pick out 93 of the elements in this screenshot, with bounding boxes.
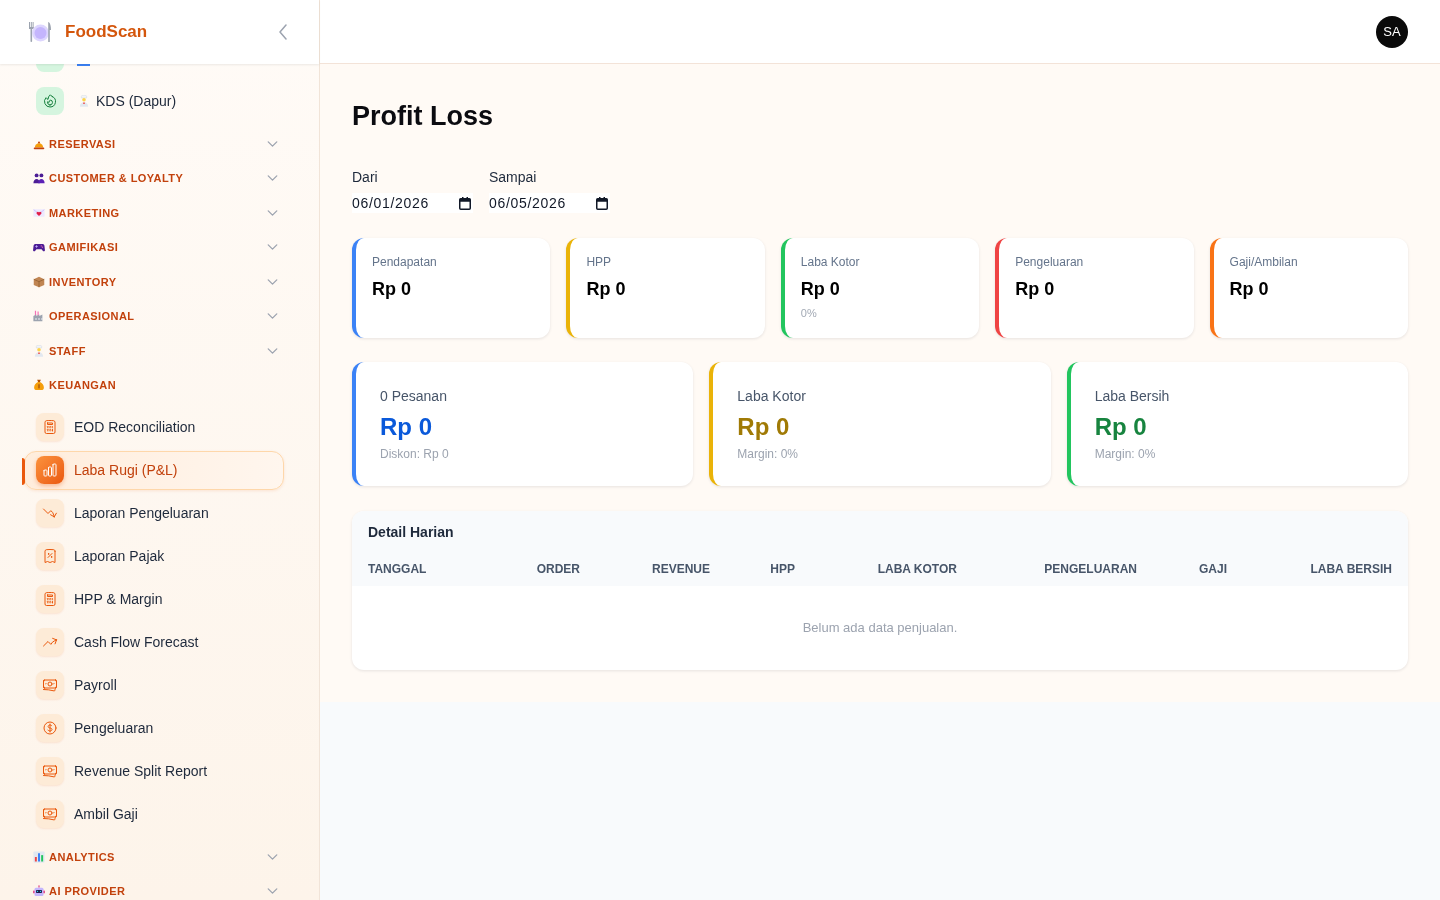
calculator-icon — [36, 585, 64, 613]
stat-label: Pendapatan — [372, 254, 437, 270]
column-header: REVENUE — [596, 552, 726, 586]
total-label: Laba Kotor — [737, 387, 806, 406]
calendar-icon — [596, 196, 608, 210]
nav-item[interactable]: HPP & Margin — [24, 579, 284, 619]
column-header: LABA KOTOR — [811, 552, 973, 586]
nav-item[interactable]: KDS (Dapur) — [24, 81, 284, 121]
chevron-down-icon — [267, 175, 278, 182]
nav-item[interactable]: Pengeluaran — [24, 708, 284, 748]
field-label: Sampai — [489, 168, 537, 187]
stat-label: Gaji/Ambilan — [1229, 254, 1298, 270]
nav-item[interactable]: Cash Flow Forecast — [24, 622, 284, 662]
column-header: ORDER — [496, 552, 596, 586]
stat-value: Rp 0 — [372, 278, 411, 301]
plate-cutlery-icon — [28, 20, 52, 44]
column-header: HPP — [726, 552, 811, 586]
nav-item[interactable]: EOD Reconciliation — [24, 407, 284, 447]
nav-item[interactable]: Laporan Pajak — [24, 536, 284, 576]
calendar-icon — [459, 196, 471, 210]
dollar-coin-icon — [36, 714, 64, 742]
section-header[interactable]: RESERVASI — [24, 126, 284, 161]
stat-value: Rp 0 — [1015, 278, 1055, 301]
column-header: LABA BERSIH — [1243, 552, 1408, 586]
column-header: TANGGAL — [352, 552, 496, 586]
bar-chart-icon — [36, 456, 64, 484]
chevron-left-icon[interactable] — [279, 24, 287, 40]
people-icon — [33, 172, 45, 185]
total-label: Laba Bersih — [1094, 387, 1170, 406]
nav-item[interactable]: Revenue Split Report — [24, 751, 284, 791]
user-avatar[interactable]: SA — [1376, 15, 1408, 48]
chevron-down-icon — [267, 140, 278, 147]
section-header[interactable]: ANALYTICS — [24, 839, 284, 874]
brand-name: FoodScan — [65, 21, 148, 44]
total-value: Rp 0 — [737, 412, 790, 442]
factory-icon — [33, 310, 45, 323]
chef-icon — [33, 344, 45, 357]
stat-note: 0% — [800, 306, 817, 321]
total-label: 0 Pesanan — [380, 387, 447, 406]
date-field[interactable]: 06/01/2026 — [352, 193, 473, 213]
section-header[interactable]: MARKETING — [24, 195, 284, 230]
bar-chart-icon — [33, 850, 45, 863]
page-title: Profit Loss — [352, 100, 493, 133]
nav-item[interactable]: Laporan Pengeluaran — [24, 493, 284, 533]
total-note: Margin: 0% — [1094, 446, 1156, 462]
stat-value: Rp 0 — [586, 278, 626, 301]
banknote-icon — [36, 671, 64, 699]
cut-off-tile-icon — [36, 64, 64, 72]
chevron-down-icon — [267, 853, 278, 860]
section-header[interactable]: CUSTOMER & LOYALTY — [24, 161, 284, 196]
box-icon — [33, 275, 45, 288]
active-indicator — [22, 457, 25, 485]
stat-label: Laba Kotor — [800, 254, 860, 270]
trend-up-icon — [36, 628, 64, 656]
section-header[interactable]: AI PROVIDER — [24, 874, 284, 900]
banknote-icon — [36, 757, 64, 785]
section-header[interactable]: OPERASIONAL — [24, 299, 284, 334]
trend-down-icon — [36, 499, 64, 527]
nav-item[interactable]: Laba Rugi (P&L) — [24, 450, 284, 490]
chevron-down-icon — [267, 244, 278, 251]
stat-label: HPP — [586, 254, 612, 270]
receipt-percent-icon — [36, 542, 64, 570]
flame-icon — [36, 87, 64, 115]
date-field[interactable]: 06/05/2026 — [489, 193, 610, 213]
robot-icon — [33, 885, 45, 898]
total-note: Margin: 0% — [737, 446, 799, 462]
section-header[interactable]: INVENTORY — [24, 264, 284, 299]
chevron-down-icon — [267, 888, 278, 895]
column-header: PENGELUARAN — [973, 552, 1153, 586]
table-title: Detail Harian — [368, 524, 454, 540]
calculator-icon — [36, 413, 64, 441]
chevron-down-icon — [267, 347, 278, 354]
field-label: Dari — [352, 168, 378, 187]
total-value: Rp 0 — [1094, 412, 1147, 442]
chevron-down-icon — [267, 209, 278, 216]
nav-item[interactable]: Ambil Gaji — [24, 794, 284, 834]
stat-label: Pengeluaran — [1015, 254, 1084, 270]
stat-value: Rp 0 — [800, 278, 840, 301]
chef-icon — [78, 95, 90, 107]
gamepad-icon — [33, 241, 45, 254]
total-value: Rp 0 — [380, 412, 432, 442]
section-header[interactable]: STAFF — [24, 333, 284, 368]
chevron-down-icon — [267, 278, 278, 285]
total-note: Diskon: Rp 0 — [380, 446, 449, 462]
stat-value: Rp 0 — [1229, 278, 1269, 301]
column-header: GAJI — [1153, 552, 1243, 586]
banknote-icon — [36, 800, 64, 828]
empty-message: Belum ada data penjualan. — [802, 620, 958, 635]
section-header[interactable]: KEUANGAN — [24, 368, 284, 403]
money-bag-icon — [33, 379, 45, 392]
section-header[interactable]: GAMIFIKASI — [24, 230, 284, 265]
nav-item[interactable]: Payroll — [24, 665, 284, 705]
chevron-down-icon — [267, 313, 278, 320]
